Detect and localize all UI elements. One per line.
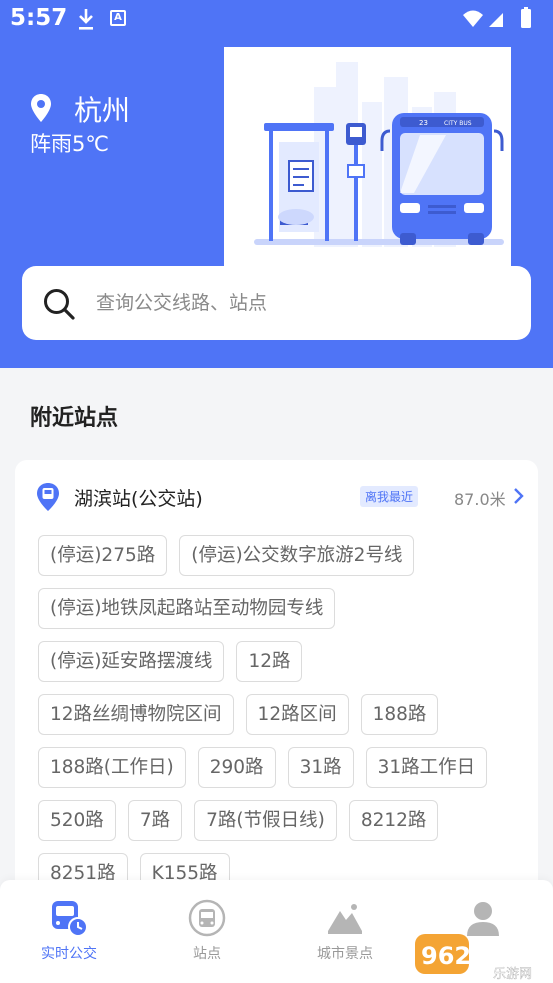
tab-realtime-bus[interactable]: 实时公交 [0,880,138,983]
nearest-badge: 离我最近 [360,486,419,507]
route-chip[interactable]: 31路 [287,747,354,788]
stop-name[interactable]: 湖滨站(公交站) [74,484,203,511]
watermark-text: 962.NET [421,942,534,970]
watermark-subtext: 乐游网 [493,967,532,982]
status-time: 5:57 [10,5,68,31]
bus-clock-icon [52,901,88,937]
route-chip[interactable]: 188路(工作日) [38,747,186,788]
tab-city-attractions[interactable]: 城市景点 [276,880,414,983]
site-watermark-logo: 962.NET 乐游网 [415,934,534,982]
tab-label: 实时公交 [41,946,97,962]
weather-text: 阵雨5℃ [30,132,109,156]
status-bar: 5:57 A [0,0,553,38]
city-name[interactable]: 杭州 [74,89,130,129]
nearby-stops-title: 附近站点 [30,406,119,431]
route-chip[interactable]: (停运)275路 [38,535,168,576]
search-icon [44,289,75,320]
route-chip[interactable]: 7路(节假日线) [194,800,337,841]
route-chip[interactable]: 7路 [127,800,183,841]
mountain-icon [328,904,362,934]
route-chip[interactable]: 520路 [38,800,116,841]
route-chip[interactable]: 12路 [236,641,303,682]
route-chip[interactable]: 290路 [197,747,276,788]
bus-stop-pin-icon [37,483,59,511]
tab-label: 站点 [193,946,221,962]
download-icon [79,9,93,30]
route-chip[interactable]: (停运)地铁凤起路站至动物园专线 [38,588,336,629]
bus-city-label: CITY BUS [444,120,472,127]
bus-route-number: 23 [419,119,428,127]
tab-stops[interactable]: 站点 [138,880,276,983]
route-chip[interactable]: 188路 [360,694,439,735]
city-bus-illustration: 23 CITY BUS [254,62,504,247]
route-chip[interactable]: (停运)延安路摆渡线 [38,641,225,682]
search-box[interactable] [22,266,531,340]
route-chip[interactable]: 12路丝绸博物院区间 [38,694,234,735]
route-chip[interactable]: 12路区间 [245,694,349,735]
chevron-right-icon[interactable] [512,487,524,505]
search-input[interactable] [96,282,506,324]
bus-stop-illustration: 23 CITY BUS [224,47,511,266]
bus-stop-icon [188,899,226,937]
route-chip[interactable]: 8212路 [348,800,439,841]
route-chip[interactable]: (停运)公交数字旅游2号线 [179,535,415,576]
route-list: (停运)275路 (停运)公交数字旅游2号线 (停运)地铁凤起路站至动物园专线 … [38,535,518,900]
stop-distance: 87.0米 [454,490,506,509]
app-notification-icon: A [110,10,126,26]
location-pin-icon [31,94,51,122]
signal-battery-icons [463,7,531,28]
tab-label: 城市景点 [317,946,373,962]
route-chip[interactable]: 31路工作日 [365,747,488,788]
nearby-stop-card[interactable]: 湖滨站(公交站) 离我最近 87.0米 (停运)275路 (停运)公交数字旅游2… [15,460,538,900]
